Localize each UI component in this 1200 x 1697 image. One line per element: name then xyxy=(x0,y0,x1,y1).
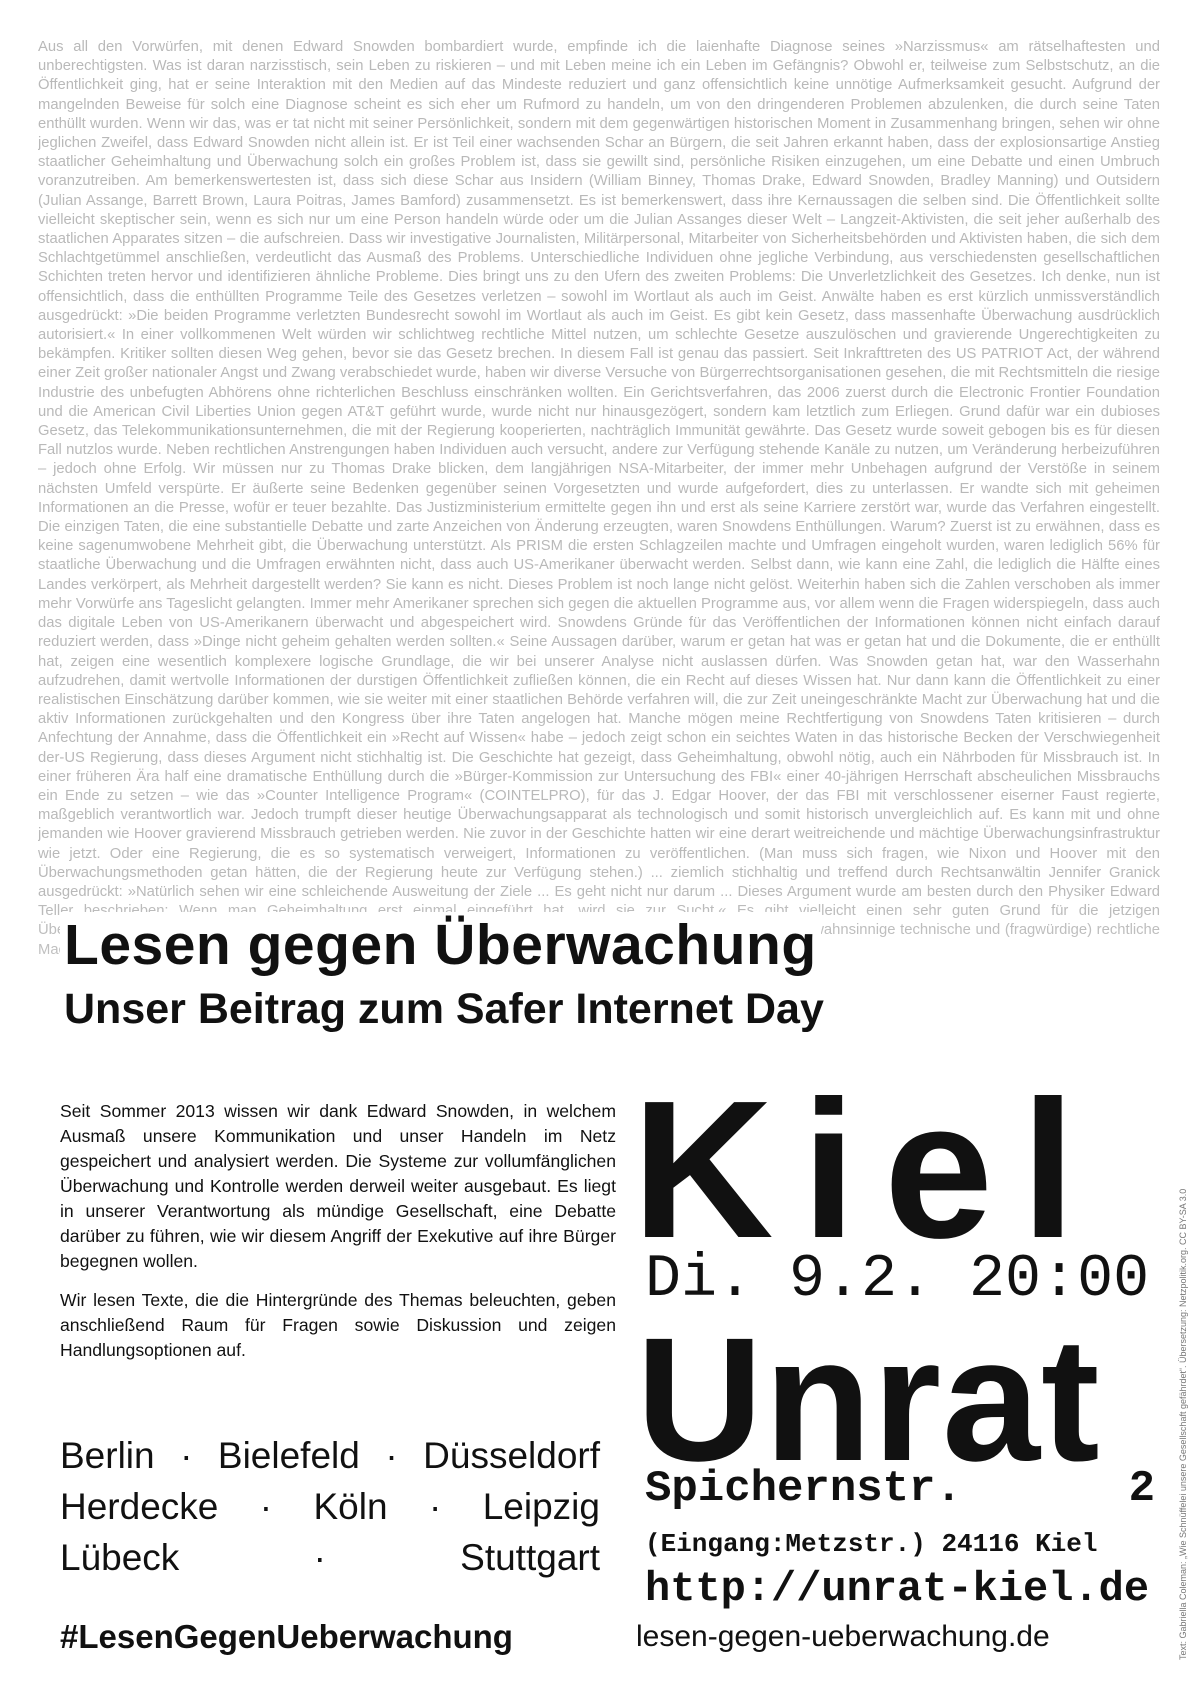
city-row-1: Berlin · Bielefeld · Düsseldorf xyxy=(60,1430,600,1481)
city-list: Berlin · Bielefeld · Düsseldorf Herdecke… xyxy=(60,1430,600,1583)
city-separator: · xyxy=(428,1486,442,1527)
intro-paragraph-2: Wir lesen Texte, die die Hintergründe de… xyxy=(60,1290,616,1360)
city-duesseldorf: Düsseldorf xyxy=(423,1435,600,1476)
hashtag: #LesenGegenUeberwachung xyxy=(60,1618,513,1655)
background-text-body: Aus all den Vorwürfen, mit denen Edward … xyxy=(38,39,1160,958)
city-row-3: Lübeck · Stuttgart xyxy=(60,1532,600,1583)
city-separator: · xyxy=(259,1486,273,1527)
city-leipzig: Leipzig xyxy=(482,1486,600,1527)
poster: Aus all den Vorwürfen, mit denen Edward … xyxy=(0,0,1200,1697)
street-number: 2 xyxy=(1128,1464,1155,1514)
event-street: Spichernstr. 2 xyxy=(645,1463,1155,1515)
city-stuttgart: Stuttgart xyxy=(460,1537,600,1578)
credit-line: Text: Gabriella Coleman: „Wie Schnüffele… xyxy=(1178,1188,1188,1660)
venue-url: http://unrat-kiel.de xyxy=(645,1565,1150,1613)
campaign-url: lesen-gegen-ueberwachung.de xyxy=(636,1620,1050,1653)
poster-subtitle: Unser Beitrag zum Safer Internet Day xyxy=(60,983,828,1035)
city-bielefeld: Bielefeld xyxy=(217,1435,360,1476)
street-name: Spichernstr. xyxy=(645,1464,962,1514)
event-entrance: (Eingang:Metzstr.) 24116 Kiel xyxy=(645,1529,1098,1559)
event-city: Kiel xyxy=(632,1060,1104,1279)
city-koeln: Köln xyxy=(313,1486,388,1527)
city-herdecke: Herdecke xyxy=(60,1486,219,1527)
city-separator: · xyxy=(313,1537,326,1578)
city-separator: · xyxy=(180,1435,193,1476)
city-row-2: Herdecke · Köln · Leipzig xyxy=(60,1481,600,1532)
intro-paragraph-1: Seit Sommer 2013 wissen wir dank Edward … xyxy=(60,1101,616,1271)
poster-title: Lesen gegen Überwachung xyxy=(60,912,821,978)
city-separator: · xyxy=(385,1435,398,1476)
city-berlin: Berlin xyxy=(60,1435,155,1476)
city-luebeck: Lübeck xyxy=(60,1537,180,1578)
intro-text: Seit Sommer 2013 wissen wir dank Edward … xyxy=(60,1099,616,1377)
